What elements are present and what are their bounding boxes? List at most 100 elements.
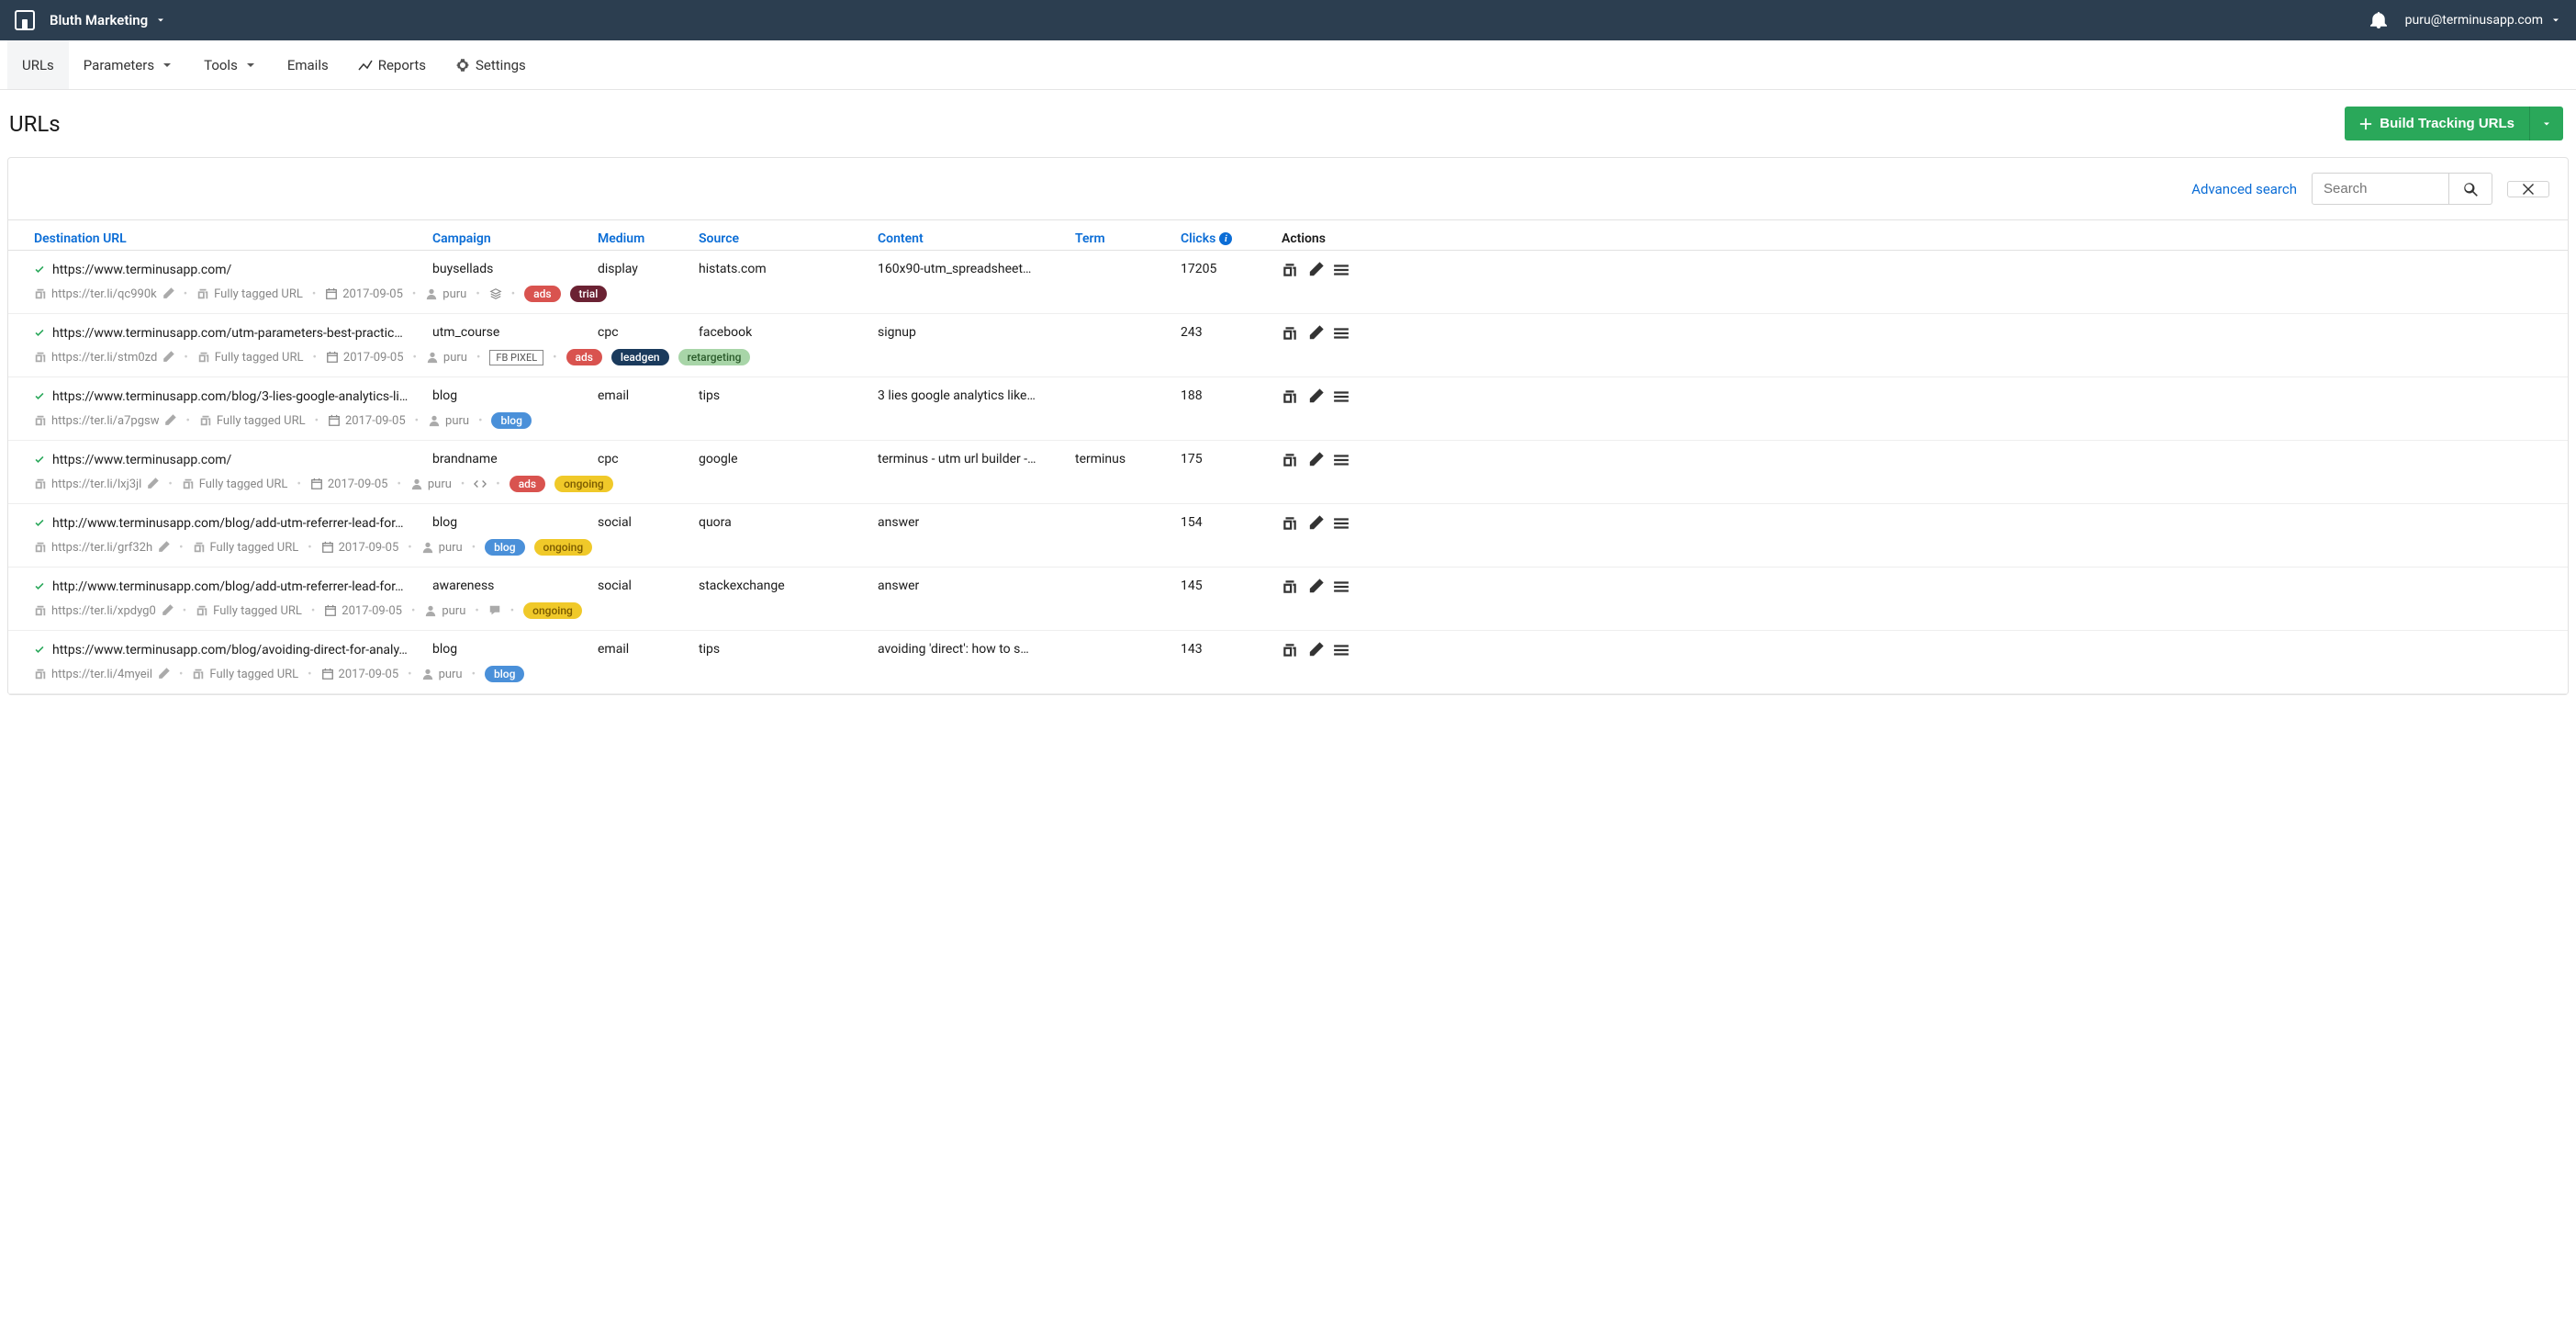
col-content[interactable]: Content [867, 231, 1064, 246]
menu-icon[interactable] [1333, 325, 1350, 342]
copy-icon[interactable] [34, 414, 47, 427]
check-icon [34, 455, 45, 466]
copy-icon[interactable] [196, 604, 208, 617]
col-term[interactable]: Term [1064, 231, 1170, 246]
copy-icon[interactable] [1282, 515, 1298, 532]
chevron-down-icon [2550, 15, 2561, 26]
menu-icon[interactable] [1333, 452, 1350, 468]
destination-url[interactable]: http://www.terminusapp.com/blog/add-utm-… [52, 579, 404, 594]
pencil-icon[interactable] [161, 604, 174, 617]
menu-icon[interactable] [1333, 642, 1350, 658]
pencil-icon[interactable] [146, 478, 159, 490]
short-link[interactable]: https://ter.li/grf32h [51, 541, 152, 555]
nav-parameters[interactable]: Parameters [69, 40, 189, 89]
pencil-icon[interactable] [157, 541, 170, 554]
menu-icon[interactable] [1333, 515, 1350, 532]
short-link[interactable]: https://ter.li/qc990k [51, 287, 157, 301]
edit-icon[interactable] [1307, 262, 1324, 278]
col-campaign[interactable]: Campaign [421, 231, 587, 246]
short-link[interactable]: https://ter.li/xpdyg0 [51, 604, 156, 618]
copy-icon[interactable] [34, 604, 47, 617]
nav-emails[interactable]: Emails [273, 40, 343, 89]
copy-icon[interactable] [1282, 262, 1298, 278]
term-cell [1064, 579, 1170, 595]
short-link[interactable]: https://ter.li/a7pgsw [51, 414, 159, 428]
app-logo[interactable] [15, 10, 35, 30]
tagged-label: Fully tagged URL [210, 541, 299, 555]
card-header: Advanced search [8, 158, 2568, 220]
main-nav: URLs Parameters Tools Emails Reports Set… [0, 40, 2576, 90]
menu-icon[interactable] [1333, 262, 1350, 278]
copy-icon[interactable] [34, 541, 47, 554]
col-medium[interactable]: Medium [587, 231, 688, 246]
pencil-icon[interactable] [162, 351, 174, 364]
copy-icon[interactable] [182, 478, 195, 490]
medium-cell: social [587, 515, 688, 532]
copy-icon[interactable] [197, 351, 210, 364]
calendar-icon [325, 287, 338, 300]
copy-icon[interactable] [192, 668, 205, 680]
tagged-label: Fully tagged URL [215, 351, 304, 365]
copy-icon[interactable] [1282, 579, 1298, 595]
edit-icon[interactable] [1307, 325, 1324, 342]
col-source[interactable]: Source [688, 231, 867, 246]
tag-pill: blog [485, 666, 524, 682]
build-tracking-urls-button[interactable]: Build Tracking URLs [2345, 107, 2529, 140]
pencil-icon[interactable] [162, 287, 174, 300]
menu-icon[interactable] [1333, 388, 1350, 405]
search-input[interactable] [2312, 173, 2449, 205]
pencil-icon[interactable] [157, 668, 170, 680]
clear-search-button[interactable] [2507, 181, 2549, 197]
edit-icon[interactable] [1307, 388, 1324, 405]
destination-url[interactable]: https://www.terminusapp.com/blog/avoidin… [52, 643, 408, 657]
copy-icon[interactable] [196, 287, 209, 300]
edit-icon[interactable] [1307, 515, 1324, 532]
copy-icon[interactable] [199, 414, 212, 427]
copy-icon[interactable] [1282, 325, 1298, 342]
copy-icon[interactable] [1282, 452, 1298, 468]
build-dropdown-button[interactable] [2529, 107, 2563, 140]
col-destination[interactable]: Destination URL [8, 231, 421, 246]
destination-url[interactable]: https://www.terminusapp.com/blog/3-lies-… [52, 389, 408, 404]
nav-tools[interactable]: Tools [189, 40, 273, 89]
pencil-icon[interactable] [163, 414, 176, 427]
edit-icon[interactable] [1307, 452, 1324, 468]
tagged-label: Fully tagged URL [217, 414, 306, 428]
tag-pill: ongoing [523, 602, 582, 619]
user-icon [421, 541, 434, 554]
user-menu[interactable]: puru@terminusapp.com [2405, 13, 2561, 28]
destination-url[interactable]: https://www.terminusapp.com/utm-paramete… [52, 326, 403, 341]
medium-cell: display [587, 262, 688, 278]
copy-icon[interactable] [34, 478, 47, 490]
campaign-cell: utm_course [421, 325, 587, 342]
destination-url[interactable]: https://www.terminusapp.com/ [52, 263, 231, 277]
chevron-down-icon [160, 58, 174, 73]
nav-reports[interactable]: Reports [343, 40, 441, 89]
content-cell: 3 lies google analytics like… [867, 388, 1064, 405]
nav-settings[interactable]: Settings [441, 40, 541, 89]
copy-icon[interactable] [34, 668, 47, 680]
destination-url[interactable]: https://www.terminusapp.com/ [52, 453, 231, 467]
destination-url[interactable]: http://www.terminusapp.com/blog/add-utm-… [52, 516, 404, 531]
edit-icon[interactable] [1307, 642, 1324, 658]
short-link[interactable]: https://ter.li/lxj3jl [51, 478, 141, 491]
author-label: puru [439, 668, 463, 681]
bell-icon[interactable] [2370, 12, 2387, 28]
copy-icon[interactable] [34, 287, 47, 300]
short-link[interactable]: https://ter.li/4myeil [51, 668, 152, 681]
copy-icon[interactable] [1282, 642, 1298, 658]
term-cell: terminus [1064, 452, 1170, 468]
col-clicks[interactable]: Clicks i [1170, 231, 1271, 246]
copy-icon[interactable] [34, 351, 47, 364]
edit-icon[interactable] [1307, 579, 1324, 595]
copy-icon[interactable] [193, 541, 206, 554]
source-cell: histats.com [688, 262, 867, 278]
workspace-switcher[interactable]: Bluth Marketing [50, 12, 166, 28]
copy-icon[interactable] [1282, 388, 1298, 405]
advanced-search-link[interactable]: Advanced search [2191, 181, 2297, 197]
nav-urls[interactable]: URLs [7, 40, 69, 89]
search-button[interactable] [2449, 173, 2492, 205]
page-title: URLs [9, 111, 61, 137]
menu-icon[interactable] [1333, 579, 1350, 595]
short-link[interactable]: https://ter.li/stm0zd [51, 351, 157, 365]
